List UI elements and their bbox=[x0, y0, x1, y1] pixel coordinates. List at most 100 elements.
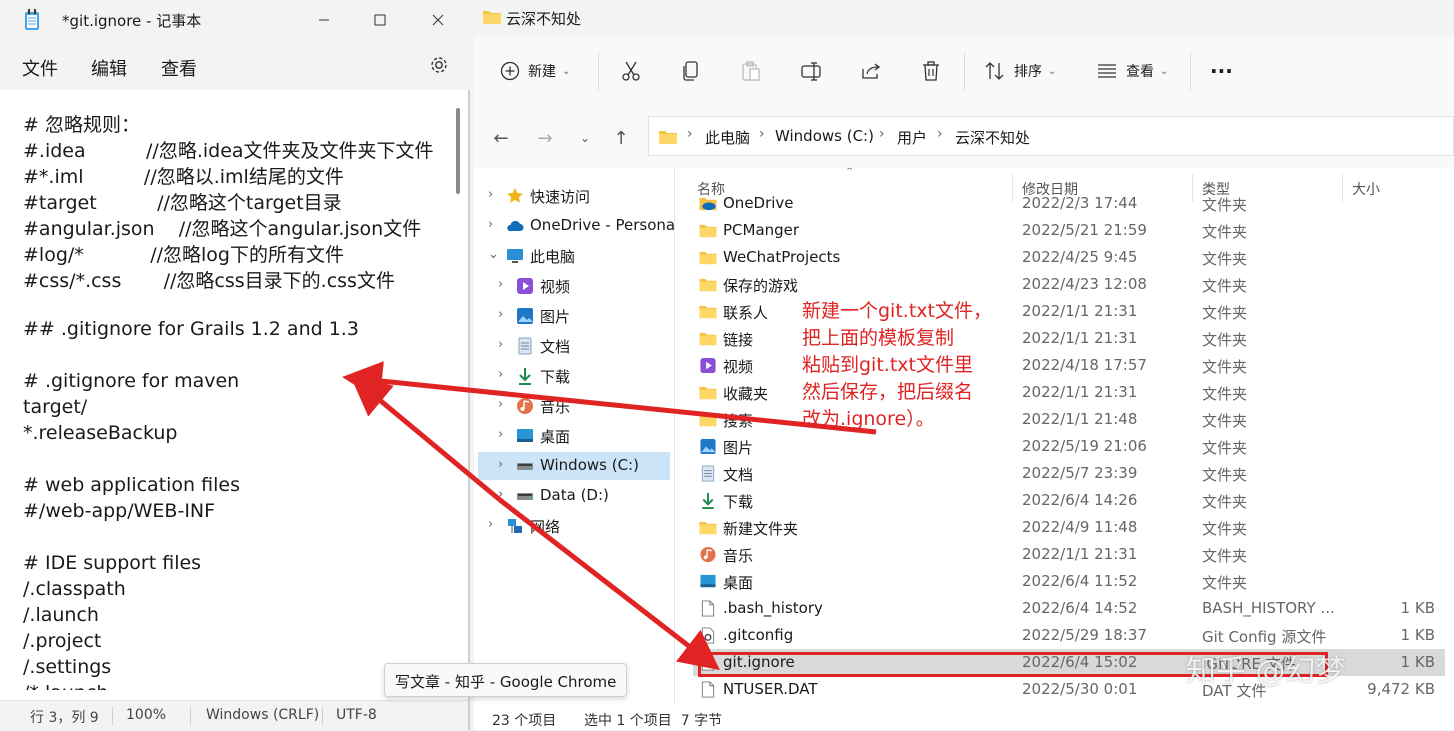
file-type: 文件夹 bbox=[1202, 439, 1248, 457]
file-name: WeChatProjects bbox=[723, 248, 841, 266]
chevron-right-icon[interactable]: › bbox=[498, 367, 503, 382]
file-type: 文件夹 bbox=[1202, 331, 1248, 349]
text-line: ## .gitignore for Grails 1.2 and 1.3 bbox=[23, 318, 359, 340]
back-arrow-icon: ← bbox=[493, 127, 509, 149]
back-button[interactable]: ← bbox=[488, 125, 514, 151]
new-button[interactable]: 新建 ⌄ bbox=[500, 57, 570, 85]
forward-button[interactable]: → bbox=[532, 125, 558, 151]
text-line: *.releaseBackup bbox=[23, 422, 178, 444]
recent-locations-button[interactable]: ⌄ bbox=[572, 125, 598, 151]
more-options-button[interactable]: ··· bbox=[1210, 57, 1233, 85]
notepad-scrollbar[interactable] bbox=[456, 108, 460, 194]
file-icon bbox=[701, 600, 715, 617]
view-label: 查看 bbox=[1126, 64, 1154, 80]
file-row[interactable]: OneDrive 2022/2/3 17:44 文件夹 bbox=[693, 190, 1445, 217]
up-button[interactable]: ↑ bbox=[608, 125, 634, 151]
sidebar-item[interactable]: › 视频 bbox=[478, 272, 670, 300]
chevron-right-icon[interactable]: › bbox=[498, 487, 503, 502]
delete-button[interactable] bbox=[920, 57, 942, 85]
file-type: 文件夹 bbox=[1202, 520, 1248, 538]
sidebar-item[interactable]: › 快速访问 bbox=[478, 182, 670, 210]
sidebar-item-label: 图片 bbox=[540, 308, 571, 326]
view-button[interactable]: 查看 ⌄ bbox=[1096, 57, 1168, 85]
rename-button[interactable] bbox=[800, 57, 822, 85]
file-row[interactable]: 桌面 2022/6/4 11:52 文件夹 bbox=[693, 568, 1445, 595]
file-row[interactable]: 新建文件夹 2022/4/9 11:48 文件夹 bbox=[693, 514, 1445, 541]
item-count: 23 个项目 bbox=[492, 713, 557, 729]
chevron-right-icon[interactable]: › bbox=[488, 187, 493, 202]
zoom-level: 100% bbox=[126, 707, 167, 723]
file-row[interactable]: 保存的游戏 2022/4/23 12:08 文件夹 bbox=[693, 271, 1445, 298]
breadcrumb-windows-c[interactable]: Windows (C:) bbox=[775, 127, 874, 145]
music-icon bbox=[517, 398, 533, 414]
sidebar-item[interactable]: › 桌面 bbox=[478, 422, 670, 450]
close-icon bbox=[432, 14, 444, 26]
chevron-right-icon[interactable]: › bbox=[498, 307, 503, 322]
menu-file[interactable]: 文件 bbox=[22, 55, 58, 81]
chevron-right-icon[interactable]: › bbox=[498, 457, 503, 472]
sidebar-item-label: 下载 bbox=[540, 368, 571, 386]
sidebar-item[interactable]: › Windows (C:) bbox=[478, 452, 670, 480]
cut-button[interactable] bbox=[620, 57, 642, 85]
menu-view[interactable]: 查看 bbox=[161, 55, 197, 81]
sidebar-item[interactable]: › 下载 bbox=[478, 362, 670, 390]
breadcrumb-users[interactable]: 用户 bbox=[897, 127, 927, 148]
sidebar-item[interactable]: › 图片 bbox=[478, 302, 670, 330]
status-divider bbox=[112, 707, 113, 725]
paste-button[interactable] bbox=[740, 57, 762, 85]
minimize-button[interactable] bbox=[304, 6, 344, 34]
file-name: 新建文件夹 bbox=[723, 520, 799, 538]
file-name: 下载 bbox=[723, 493, 754, 511]
breadcrumb-current-folder[interactable]: 云深不知处 bbox=[955, 127, 1030, 148]
copy-button[interactable] bbox=[680, 57, 702, 85]
chevron-right-icon[interactable]: › bbox=[488, 217, 493, 232]
file-row[interactable]: 下载 2022/6/4 14:26 文件夹 bbox=[693, 487, 1445, 514]
folder-icon bbox=[483, 11, 501, 24]
chevron-right-icon[interactable]: › bbox=[498, 337, 503, 352]
file-date: 2022/6/4 14:26 bbox=[1022, 491, 1138, 509]
file-name: 保存的游戏 bbox=[723, 277, 799, 295]
sidebar-item[interactable]: › OneDrive - Personal bbox=[478, 212, 674, 240]
address-bar[interactable]: › 此电脑 › Windows (C:) › 用户 › 云深不知处 bbox=[648, 116, 1454, 156]
network-icon bbox=[508, 519, 522, 533]
text-line: # 忽略规则： bbox=[23, 114, 140, 136]
sidebar-item[interactable]: › 文档 bbox=[478, 332, 670, 360]
sidebar-item[interactable]: › Data (D:) bbox=[478, 482, 670, 510]
maximize-button[interactable] bbox=[360, 6, 400, 34]
taskbar-tooltip: 写文章 - 知乎 - Google Chrome bbox=[384, 663, 627, 697]
sidebar-item[interactable]: ⌄ 此电脑 bbox=[478, 242, 670, 270]
file-row[interactable]: WeChatProjects 2022/4/25 9:45 文件夹 bbox=[693, 244, 1445, 271]
chevron-down-icon[interactable]: ⌄ bbox=[488, 247, 499, 262]
menu-edit[interactable]: 编辑 bbox=[91, 55, 127, 81]
close-button[interactable] bbox=[418, 6, 458, 34]
notepad-text-area[interactable]: # 忽略规则： #.idea //忽略.idea文件夹及文件夹下文件 #*.iml … bbox=[0, 90, 468, 690]
text-line: /.classpath bbox=[23, 578, 126, 600]
file-row[interactable]: .bash_history 2022/6/4 14:52 BASH_HISTORY … bbox=[693, 595, 1445, 622]
onedrive-folder-icon bbox=[699, 197, 717, 211]
explorer-toolbar: 新建 ⌄ 排序 ⌄ 查看 ⌄ ··· bbox=[474, 36, 1454, 105]
annotation-line: 然后保存，把后缀名 bbox=[802, 381, 974, 403]
sidebar-item[interactable]: › 网络 bbox=[478, 512, 670, 540]
file-name: 桌面 bbox=[723, 574, 754, 592]
file-row[interactable]: 文档 2022/5/7 23:39 文件夹 bbox=[693, 460, 1445, 487]
file-row[interactable]: 音乐 2022/1/1 21:31 文件夹 bbox=[693, 541, 1445, 568]
chevron-right-icon[interactable]: › bbox=[498, 277, 503, 292]
file-row[interactable]: .gitconfig 2022/5/29 18:37 Git Config 源文件 1… bbox=[693, 622, 1445, 649]
chevron-right-icon[interactable]: › bbox=[488, 517, 493, 532]
chevron-right-icon[interactable]: › bbox=[498, 427, 503, 442]
file-name: 收藏夹 bbox=[723, 385, 769, 403]
file-type: 文件夹 bbox=[1202, 574, 1248, 592]
file-row[interactable]: 图片 2022/5/19 21:06 文件夹 bbox=[693, 433, 1445, 460]
settings-gear-icon[interactable] bbox=[428, 54, 450, 76]
trash-icon bbox=[923, 61, 939, 81]
breadcrumb-this-pc[interactable]: 此电脑 bbox=[705, 127, 750, 148]
file-date: 2022/5/29 18:37 bbox=[1022, 626, 1147, 644]
file-row[interactable]: PCManger 2022/5/21 21:59 文件夹 bbox=[693, 217, 1445, 244]
chevron-right-icon[interactable]: › bbox=[498, 397, 503, 412]
sidebar-item[interactable]: › 音乐 bbox=[478, 392, 670, 420]
sidebar-item-label: OneDrive - Personal bbox=[530, 216, 674, 234]
chevron-down-icon: ⌄ bbox=[1160, 65, 1169, 77]
share-button[interactable] bbox=[860, 57, 882, 85]
text-line: # web application files bbox=[23, 474, 240, 496]
sort-button[interactable]: 排序 ⌄ bbox=[984, 57, 1056, 85]
